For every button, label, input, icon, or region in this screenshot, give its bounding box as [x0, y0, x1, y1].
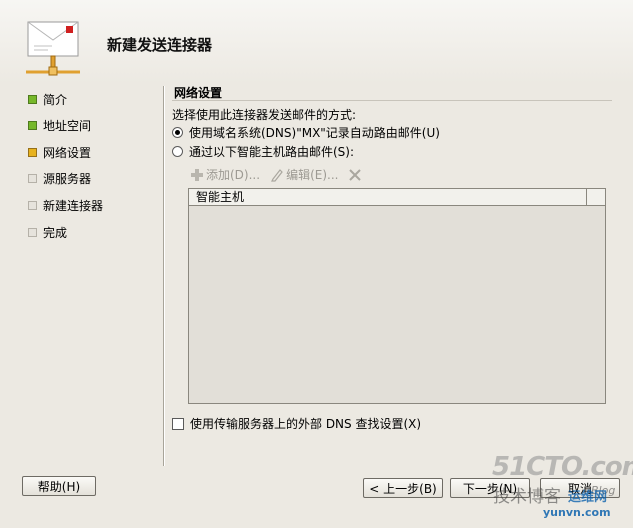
nav-step-label: 网络设置	[43, 145, 92, 160]
add-icon	[191, 168, 203, 181]
step-done-icon	[28, 120, 37, 130]
pencil-icon	[271, 168, 283, 182]
cancel-button[interactable]: 取消	[540, 478, 620, 498]
dns-mx-radio-option[interactable]: 使用域名系统(DNS)"MX"记录自动路由邮件(U)	[172, 124, 440, 141]
smart-host-radio-label: 通过以下智能主机路由邮件(S):	[189, 145, 355, 159]
column-header-filler	[587, 189, 605, 205]
nav-step-address-space[interactable]: 地址空间	[28, 116, 91, 134]
nav-step-label: 新建连接器	[43, 198, 104, 213]
cancel-button-label: 取消	[567, 481, 592, 496]
external-dns-label: 使用传输服务器上的外部 DNS 查找设置(X)	[190, 417, 422, 431]
nav-divider	[163, 86, 165, 466]
nav-step-source-server: 源服务器	[28, 169, 91, 187]
back-button[interactable]: < 上一步(B)	[363, 478, 443, 498]
list-header: 智能主机	[189, 189, 605, 206]
step-current-icon	[28, 147, 37, 157]
external-dns-option[interactable]: 使用传输服务器上的外部 DNS 查找设置(X)	[172, 415, 421, 432]
nav-step-network-settings[interactable]: 网络设置	[28, 143, 91, 161]
next-button[interactable]: 下一步(N)	[450, 478, 530, 498]
routing-prompt: 选择使用此连接器发送邮件的方式:	[172, 108, 357, 122]
edit-button-label: 编辑(E)...	[286, 168, 339, 182]
step-pending-icon	[28, 173, 37, 183]
column-header-smart-host[interactable]: 智能主机	[189, 189, 587, 205]
back-button-label: < 上一步(B)	[369, 481, 437, 496]
section-separator	[172, 100, 612, 101]
nav-step-intro[interactable]: 简介	[28, 90, 67, 108]
delete-icon	[349, 168, 362, 181]
help-button[interactable]: 帮助(H)	[22, 476, 96, 496]
send-connector-icon	[26, 21, 80, 76]
nav-step-label: 地址空间	[43, 118, 92, 133]
edit-smart-host-button[interactable]: 编辑(E)...	[270, 166, 338, 183]
step-pending-icon	[28, 200, 37, 210]
dns-mx-radio-label: 使用域名系统(DNS)"MX"记录自动路由邮件(U)	[189, 126, 440, 140]
step-done-icon	[28, 94, 37, 104]
smart-host-list[interactable]: 智能主机	[188, 188, 606, 404]
add-button-label: 添加(D)...	[206, 168, 261, 182]
external-dns-checkbox[interactable]	[172, 417, 184, 430]
smart-host-radio-option[interactable]: 通过以下智能主机路由邮件(S):	[172, 143, 354, 160]
wizard-title: 新建发送连接器	[107, 36, 213, 54]
next-button-label: 下一步(N)	[462, 481, 518, 496]
dns-mx-radio[interactable]	[172, 127, 183, 138]
nav-step-new-connector: 新建连接器	[28, 196, 103, 214]
help-button-label: 帮助(H)	[37, 479, 81, 494]
smart-host-toolbar: 添加(D)... 编辑(E)...	[190, 166, 374, 183]
watermark-yunvn: yunvn.com	[543, 506, 611, 519]
remove-smart-host-button[interactable]	[348, 168, 364, 182]
wizard-header: 新建发送连接器	[0, 0, 633, 84]
nav-step-label: 简介	[43, 92, 68, 107]
add-smart-host-button[interactable]: 添加(D)...	[190, 166, 260, 183]
section-title: 网络设置	[174, 86, 223, 100]
step-pending-icon	[28, 227, 37, 237]
nav-step-complete: 完成	[28, 223, 67, 241]
nav-step-label: 源服务器	[43, 171, 92, 186]
nav-step-label: 完成	[43, 225, 68, 240]
smart-host-radio[interactable]	[172, 146, 183, 157]
